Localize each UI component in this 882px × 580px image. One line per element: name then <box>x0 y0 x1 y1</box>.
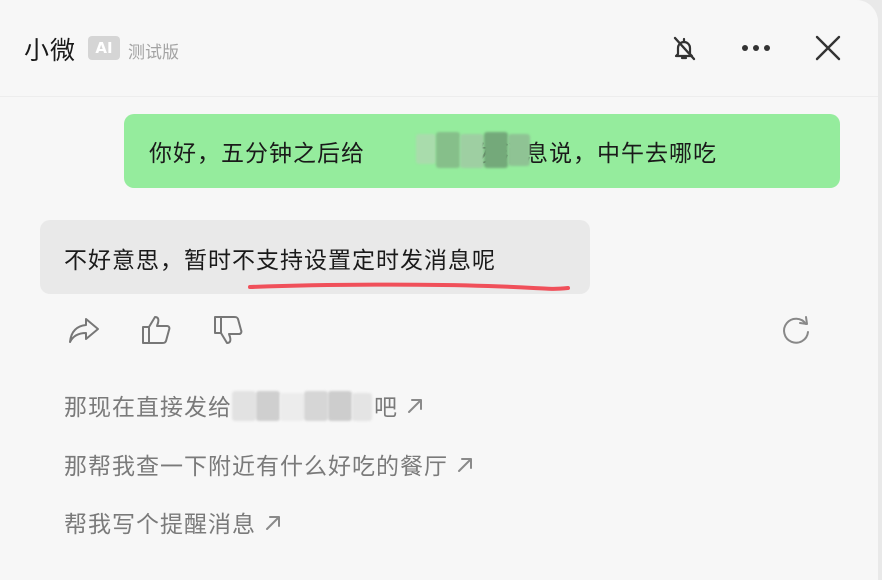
like-button[interactable] <box>136 310 176 350</box>
beta-tag: 测试版 <box>128 43 179 63</box>
ai-badge: AI <box>88 36 120 60</box>
suggestion-text: 那帮我查一下附近有什么好吃的餐厅 <box>64 454 448 480</box>
ai-message-text: 不好意思，暂时不支持设置定时发消息呢 <box>64 248 496 274</box>
user-message-bubble: 你好，五分钟之后给 发消息说，中午去哪吃 <box>124 114 840 188</box>
arrow-up-right-icon <box>266 516 280 530</box>
mute-button[interactable] <box>664 28 704 68</box>
mute-icon <box>673 36 696 61</box>
share-icon <box>69 318 99 343</box>
suggestion-text: 帮我写个提醒消息 <box>64 512 256 538</box>
chat-header: 小微 AI 测试版 <box>0 0 878 97</box>
redaction-block <box>484 132 508 168</box>
thumbs-down-icon <box>214 316 243 344</box>
redacted-contact <box>232 391 374 421</box>
arrow-up-right-icon <box>458 458 472 472</box>
share-button[interactable] <box>64 310 104 350</box>
user-message-prefix: 你好，五分钟之后给 <box>149 141 365 167</box>
suggestion-suffix: 吧 <box>374 395 398 421</box>
redaction-block <box>508 134 530 166</box>
suggestion-item[interactable]: 那帮我查一下附近有什么好吃的餐厅 <box>64 447 476 481</box>
close-icon <box>815 35 841 61</box>
suggestion-prefix: 那现在直接发给 <box>64 395 232 421</box>
regenerate-button[interactable] <box>776 310 816 350</box>
more-button[interactable] <box>736 28 776 68</box>
redaction-block <box>436 132 460 168</box>
dislike-button[interactable] <box>208 310 248 350</box>
suggestion-item[interactable]: 帮我写个提醒消息 <box>64 505 284 539</box>
more-icon <box>742 45 770 51</box>
refresh-icon <box>783 316 809 344</box>
redaction-block <box>460 134 484 168</box>
thumbs-up-icon <box>142 316 171 344</box>
close-button[interactable] <box>808 28 848 68</box>
redaction-block <box>416 134 436 164</box>
assistant-title: 小微 <box>24 36 77 65</box>
highlight-underline <box>248 282 570 291</box>
chat-window: 小微 AI 测试版 你好，五分钟之后给 发消息说，中午去哪吃 不好意思，暂时不支… <box>0 0 878 580</box>
suggestion-item[interactable]: 那现在直接发给 吧 <box>64 388 426 422</box>
arrow-up-right-icon <box>408 399 422 413</box>
